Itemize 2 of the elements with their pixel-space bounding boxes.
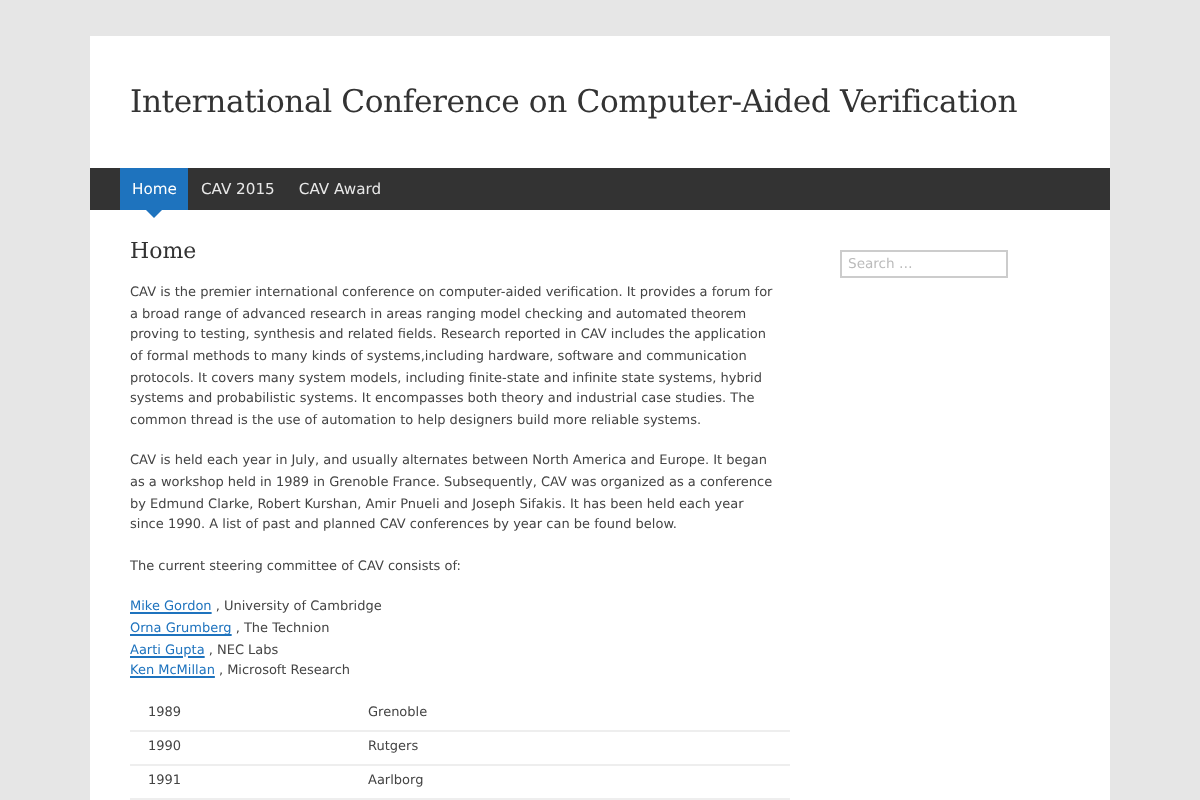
page-title: Home — [130, 238, 199, 265]
site-title: International Conference on Computer-Aided Verification — [130, 84, 1020, 122]
